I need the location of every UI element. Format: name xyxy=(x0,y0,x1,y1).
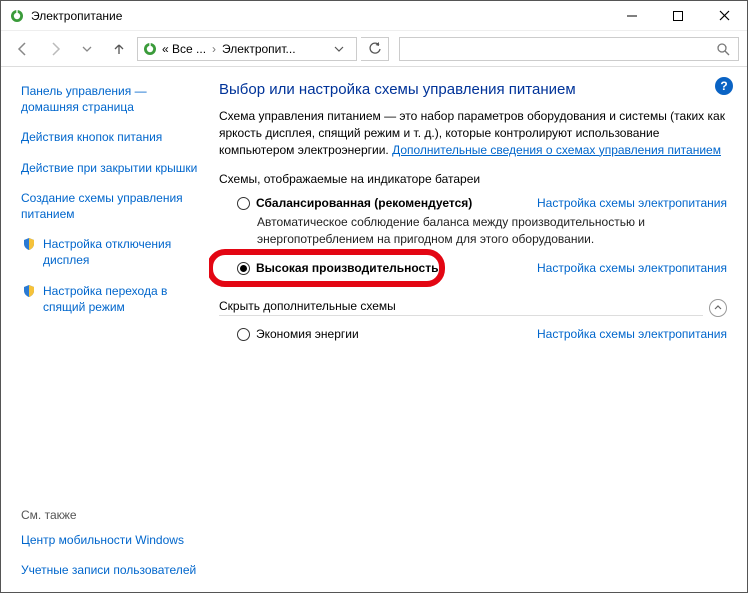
shield-icon xyxy=(21,283,37,299)
plan-balanced-desc: Автоматическое соблюдение баланса между … xyxy=(257,214,727,246)
plan-high-performance-settings-link[interactable]: Настройка схемы электропитания xyxy=(537,261,727,275)
control-panel-home-link[interactable]: Панель управления — домашняя страница xyxy=(21,83,201,115)
address-bar[interactable]: « Все ... › Электропит... xyxy=(137,37,357,61)
page-heading: Выбор или настройка схемы управления пит… xyxy=(219,81,727,98)
plan-power-saver-settings-link[interactable]: Настройка схемы электропитания xyxy=(537,327,727,341)
titlebar: Электропитание xyxy=(1,1,747,31)
plan-balanced-settings-link[interactable]: Настройка схемы электропитания xyxy=(537,196,727,210)
forward-button[interactable] xyxy=(41,35,69,63)
window-title: Электропитание xyxy=(31,9,609,23)
main-content: ? Выбор или настройка схемы управления п… xyxy=(209,67,747,592)
page-description: Схема управления питанием — это набор па… xyxy=(219,108,727,158)
sidebar-link-create-plan[interactable]: Создание схемы управления питанием xyxy=(21,190,201,222)
refresh-button[interactable] xyxy=(361,37,389,61)
plan-balanced-label[interactable]: Сбалансированная (рекомендуется) xyxy=(256,196,472,210)
sidebar-link-power-buttons[interactable]: Действия кнопок питания xyxy=(21,129,201,145)
search-icon xyxy=(716,42,730,56)
breadcrumb-2[interactable]: Электропит... xyxy=(222,42,296,56)
up-button[interactable] xyxy=(105,35,133,63)
sidebar-link-lid-close[interactable]: Действие при закрытии крышки xyxy=(21,160,201,176)
radio-power-saver[interactable] xyxy=(237,328,250,341)
sidebar: Панель управления — домашняя страница Де… xyxy=(1,67,209,592)
power-options-icon xyxy=(9,8,25,24)
window: Электропитание xyxy=(0,0,748,593)
recent-locations-button[interactable] xyxy=(73,35,101,63)
maximize-button[interactable] xyxy=(655,1,701,30)
chevron-right-icon[interactable]: › xyxy=(210,42,218,56)
plan-power-saver-label[interactable]: Экономия энергии xyxy=(256,327,359,341)
body: Панель управления — домашняя страница Де… xyxy=(1,67,747,592)
collapse-button[interactable] xyxy=(709,299,727,317)
close-button[interactable] xyxy=(701,1,747,30)
power-options-icon xyxy=(142,41,158,57)
address-row: « Все ... › Электропит... xyxy=(1,31,747,67)
help-button[interactable]: ? xyxy=(715,77,733,95)
back-button[interactable] xyxy=(9,35,37,63)
learn-more-link[interactable]: Дополнительные сведения о схемах управле… xyxy=(392,143,721,157)
plan-high-performance-label[interactable]: Высокая производительность xyxy=(256,261,438,275)
breadcrumb-1[interactable]: « Все ... xyxy=(162,42,206,56)
search-box[interactable] xyxy=(399,37,739,61)
minimize-button[interactable] xyxy=(609,1,655,30)
sidebar-link-user-accounts[interactable]: Учетные записи пользователей xyxy=(21,562,201,578)
sidebar-link-display-off[interactable]: Настройка отключения дисплея xyxy=(21,236,201,268)
see-also-label: См. также xyxy=(21,508,201,522)
chevron-down-icon[interactable] xyxy=(334,44,352,54)
plan-balanced: Сбалансированная (рекомендуется) Настрой… xyxy=(219,196,727,246)
plan-power-saver: Экономия энергии Настройка схемы электро… xyxy=(219,327,727,341)
section-battery-plans: Схемы, отображаемые на индикаторе батаре… xyxy=(219,172,727,186)
plan-high-performance: Высокая производительность Настройка схе… xyxy=(219,261,727,275)
section-hide-additional: Скрыть дополнительные схемы xyxy=(219,299,703,316)
window-buttons xyxy=(609,1,747,30)
shield-icon xyxy=(21,236,37,252)
radio-balanced[interactable] xyxy=(237,197,250,210)
sidebar-link-sleep[interactable]: Настройка перехода в спящий режим xyxy=(21,283,201,315)
sidebar-link-mobility-center[interactable]: Центр мобильности Windows xyxy=(21,532,201,548)
hide-additional-row: Скрыть дополнительные схемы xyxy=(219,299,727,317)
radio-high-performance[interactable] xyxy=(237,262,250,275)
